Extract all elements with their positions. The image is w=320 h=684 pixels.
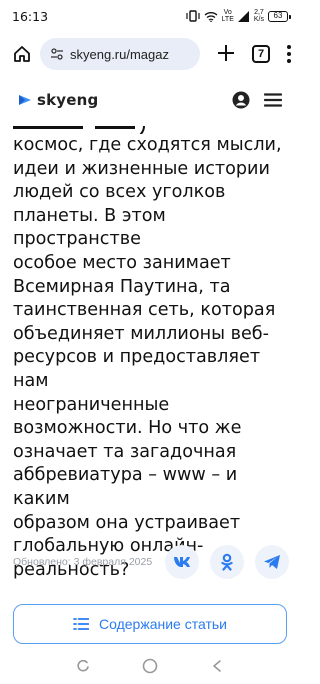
signal-icon: [237, 10, 249, 22]
home-icon: [14, 46, 30, 62]
network-label-top: Vo: [223, 9, 232, 16]
home-circle-icon[interactable]: [142, 658, 158, 674]
article-line: особое место занимает: [13, 252, 231, 273]
article-text: космос, где сходятся мысли, идеи и жизне…: [13, 122, 289, 582]
battery-indicator: 63: [268, 10, 291, 22]
play-logo-icon: [19, 95, 31, 105]
site-header: skyeng: [0, 76, 300, 124]
article-line: планеты. В этом пространстве: [13, 205, 166, 250]
new-tab-button[interactable]: [214, 42, 238, 66]
article-line: космос, где сходятся мысли,: [13, 135, 282, 155]
toc-button-label: Содержание статьи: [99, 616, 227, 632]
system-navigation-bar: [0, 648, 300, 684]
net-speed: 2,7 K/s: [254, 9, 264, 23]
article-line: людей со всех уголков: [13, 182, 226, 203]
plus-icon: [218, 45, 234, 61]
share-buttons: [165, 545, 289, 579]
article-line: возможности. Но что же: [13, 418, 242, 439]
updated-date: Обновлено: 3 февраля 2025: [13, 556, 153, 568]
article-line: неограниченные: [13, 394, 170, 415]
recents-icon[interactable]: [76, 659, 90, 673]
article-line: аббревиатура – www – и каким: [13, 465, 238, 509]
article-meta: Обновлено: 3 февраля 2025: [13, 545, 289, 579]
wifi-icon: [204, 11, 217, 22]
article-line: таинственная сеть, которая: [13, 300, 276, 321]
url-text: skyeng.ru/magaz: [70, 46, 169, 62]
address-bar[interactable]: skyeng.ru/magaz: [40, 38, 200, 70]
share-ok-button[interactable]: [210, 545, 244, 579]
site-settings-icon[interactable]: [50, 47, 64, 61]
net-speed-unit: K/s: [253, 16, 264, 23]
user-account-icon[interactable]: [232, 91, 250, 109]
vibrate-icon: [185, 10, 200, 22]
odnoklassniki-icon: [221, 553, 233, 571]
net-speed-value: 2,7: [254, 9, 264, 16]
browser-toolbar: skyeng.ru/magaz 7: [0, 32, 300, 76]
article-line: ресурсов и предоставляет нам: [13, 347, 261, 391]
article-line: образом она устраивает: [13, 512, 241, 533]
status-time: 16:13: [12, 8, 49, 24]
browser-menu-button[interactable]: [286, 45, 292, 63]
article-line: идеи и жизненные истории: [13, 158, 270, 179]
hamburger-menu-icon[interactable]: [264, 93, 282, 107]
share-vk-button[interactable]: [165, 545, 199, 579]
article-line: объединяет миллионы веб-: [13, 323, 269, 344]
skyeng-logo[interactable]: skyeng: [18, 91, 98, 109]
home-button[interactable]: [8, 40, 36, 68]
network-label-bottom: LTE: [221, 16, 234, 23]
brand-name: skyeng: [37, 91, 99, 109]
telegram-icon: [264, 555, 280, 569]
article-line: Всемирная Паутина, та: [13, 276, 231, 297]
clipped-previous-line: [13, 122, 289, 134]
share-telegram-button[interactable]: [255, 545, 289, 579]
article-line: означает та загадочная: [13, 441, 237, 462]
status-bar: 16:13 Vo LTE 2,7 K/s 63: [0, 0, 300, 32]
toc-button[interactable]: Содержание статьи: [13, 604, 287, 644]
status-icons: Vo LTE 2,7 K/s 63: [185, 9, 291, 23]
tab-switcher-button[interactable]: 7: [252, 45, 270, 63]
back-icon[interactable]: [210, 659, 224, 673]
network-label: Vo LTE: [222, 9, 234, 23]
vk-icon: [174, 557, 190, 567]
list-icon: [73, 618, 90, 630]
